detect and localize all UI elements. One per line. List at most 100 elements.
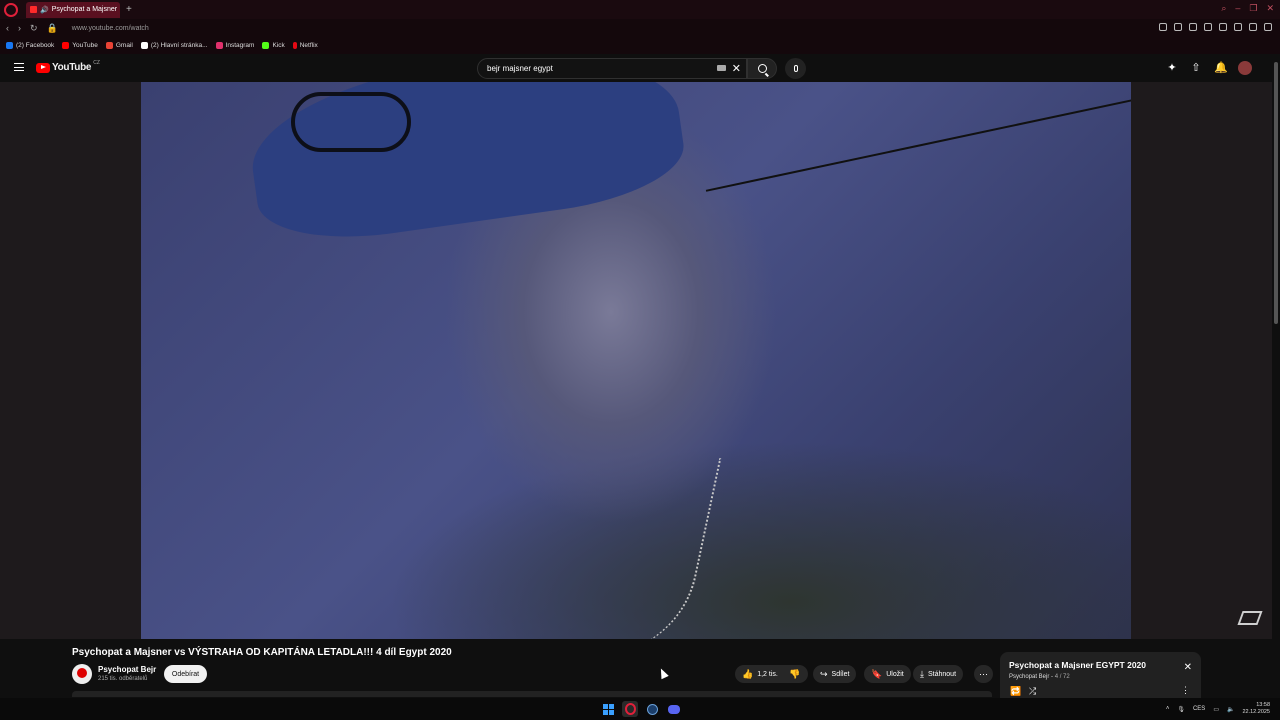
playlist-title[interactable]: Psychopat a Majsner EGYPT 2020: [1009, 660, 1146, 670]
netflix-icon: [292, 42, 297, 49]
search-input[interactable]: bejr majsner egypt ✕: [477, 58, 747, 79]
hamburger-menu-icon[interactable]: [14, 63, 24, 71]
more-vertical-icon[interactable]: ⋮: [1181, 685, 1190, 696]
save-button[interactable]: 🔖 Uložit: [864, 665, 911, 683]
bookmark-netflix[interactable]: Netflix: [292, 42, 318, 49]
bell-icon[interactable]: 🔔: [1214, 62, 1228, 74]
taskbar-opera[interactable]: [622, 701, 638, 717]
back-button[interactable]: ‹: [6, 23, 9, 34]
playlist-panel: Psychopat a Majsner EGYPT 2020 Psychopat…: [1000, 652, 1201, 698]
start-button[interactable]: [600, 701, 616, 717]
youtube-logo[interactable]: YouTube CZ: [36, 60, 100, 73]
address-bar: ‹ › ↻ 🔒 www.youtube.com/watch: [0, 19, 1280, 37]
search-icon: [757, 64, 767, 73]
search-tabs-icon[interactable]: ⌕: [1221, 3, 1226, 14]
volume-icon[interactable]: 🔈: [1227, 706, 1234, 713]
video-player[interactable]: [0, 82, 1272, 639]
thumbs-down-icon: 👎: [789, 668, 801, 679]
opera-icon: [624, 703, 636, 715]
playlist-meta: Psychopat Bejr - 4 / 72: [1009, 674, 1070, 680]
clock[interactable]: 13:58 22.12.2025: [1242, 702, 1270, 716]
channel-avatar[interactable]: [72, 664, 92, 684]
keyboard-icon[interactable]: [717, 65, 726, 71]
clock-time: 13:58: [1256, 702, 1270, 708]
video-content-wall-line: [705, 94, 1131, 192]
minimize-button[interactable]: –: [1235, 3, 1240, 14]
search-query: bejr majsner egypt: [487, 64, 553, 73]
extensions-icon[interactable]: [1204, 23, 1212, 31]
bookmark-youtube[interactable]: YouTube: [62, 42, 98, 49]
window-controls: ⌕ – ❐ ✕: [1221, 3, 1274, 14]
subscribe-button[interactable]: Odebírat: [164, 665, 207, 683]
x-icon: [140, 42, 148, 49]
youtube-play-icon: [36, 62, 50, 73]
playlist-owner[interactable]: Psychopat Bejr: [1009, 674, 1049, 680]
video-frame[interactable]: [141, 82, 1131, 639]
reload-button[interactable]: ↻: [30, 23, 38, 34]
new-tab-button[interactable]: +: [126, 4, 132, 15]
search-button[interactable]: [747, 58, 777, 79]
more-actions-button[interactable]: ⋯: [974, 665, 993, 683]
avatar[interactable]: [1238, 61, 1252, 75]
chevron-up-icon[interactable]: ˄: [1166, 706, 1170, 712]
gmail-icon: [105, 42, 113, 49]
channel-name[interactable]: Psychopat Bejr: [98, 665, 156, 674]
page-scrollbar[interactable]: [1272, 54, 1280, 698]
language-indicator[interactable]: CES: [1193, 706, 1205, 712]
video-content-chain: [450, 410, 722, 639]
clear-search-icon[interactable]: ✕: [732, 62, 741, 75]
upload-icon[interactable]: ⇧: [1190, 62, 1202, 74]
share-icon: ↪: [820, 668, 828, 679]
opera-logo-icon[interactable]: [4, 2, 18, 17]
download-icon[interactable]: [1249, 23, 1257, 31]
shield-icon[interactable]: [1174, 23, 1182, 31]
video-content-glasses: [291, 92, 411, 152]
taskbar-discord[interactable]: [666, 701, 682, 717]
youtube-header: YouTube CZ bejr majsner egypt ✕ ✦ ⇧ 🔔: [0, 54, 1272, 82]
youtube-icon: [62, 42, 70, 49]
mouse-cursor-icon: [657, 666, 669, 680]
easy-setup-icon[interactable]: [1264, 23, 1272, 31]
monitor-icon[interactable]: ▭: [1213, 706, 1219, 713]
close-window-button[interactable]: ✕: [1266, 3, 1274, 14]
scrollbar-thumb[interactable]: [1274, 62, 1278, 324]
bookmark-kick[interactable]: Kick: [262, 42, 285, 49]
lock-icon[interactable]: 🔒: [47, 23, 58, 34]
tab-title: Psychopat a Majsner: [51, 6, 118, 13]
close-playlist-icon[interactable]: ✕: [1184, 662, 1192, 673]
forward-button[interactable]: ›: [18, 23, 21, 34]
heart-icon[interactable]: [1189, 23, 1197, 31]
kick-icon: [262, 42, 270, 49]
wallet-icon[interactable]: [1219, 23, 1227, 31]
profile-icon[interactable]: [1234, 23, 1242, 31]
snapshot-icon[interactable]: [1159, 23, 1167, 31]
browser-tab-active[interactable]: 🔊 Psychopat a Majsner: [26, 1, 120, 18]
dislike-button[interactable]: 👎: [784, 665, 805, 683]
loop-icon[interactable]: 🔁: [1010, 686, 1021, 697]
description-box[interactable]: [72, 691, 992, 697]
sparkle-icon[interactable]: ✦: [1166, 62, 1178, 74]
share-button[interactable]: ↪ Sdílet: [813, 665, 857, 683]
facebook-icon: [6, 42, 13, 49]
bookmark-gmail[interactable]: Gmail: [105, 42, 133, 49]
more-horizontal-icon: ⋯: [979, 668, 988, 679]
clock-date: 22.12.2025: [1242, 709, 1270, 715]
bookmark-x[interactable]: (2) Hlavní stránka...: [140, 42, 208, 49]
instagram-icon: [215, 42, 223, 49]
url-field[interactable]: www.youtube.com/watch: [72, 25, 149, 32]
bookmark-facebook[interactable]: (2) Facebook: [6, 42, 54, 49]
maximize-button[interactable]: ❐: [1249, 3, 1257, 14]
speaker-icon[interactable]: 🔊: [40, 6, 49, 14]
download-button[interactable]: ⤓ Stáhnout: [913, 665, 964, 683]
steam-icon: [646, 703, 658, 715]
windows-taskbar: ˄ 🎙 CES ▭ 🔈 13:58 22.12.2025: [0, 698, 1280, 720]
shuffle-icon[interactable]: ⤮: [1029, 686, 1036, 697]
bookmark-icon: 🔖: [871, 668, 883, 679]
taskbar-steam[interactable]: [644, 701, 660, 717]
microphone-icon: [793, 65, 798, 72]
bookmarks-bar: (2) Facebook YouTube Gmail (2) Hlavní st…: [0, 37, 1280, 54]
voice-search-button[interactable]: [785, 58, 806, 79]
bookmark-instagram[interactable]: Instagram: [215, 42, 254, 49]
download-arrow-icon: ⤓: [920, 668, 924, 679]
microphone-tray-icon[interactable]: 🎙: [1177, 706, 1185, 713]
